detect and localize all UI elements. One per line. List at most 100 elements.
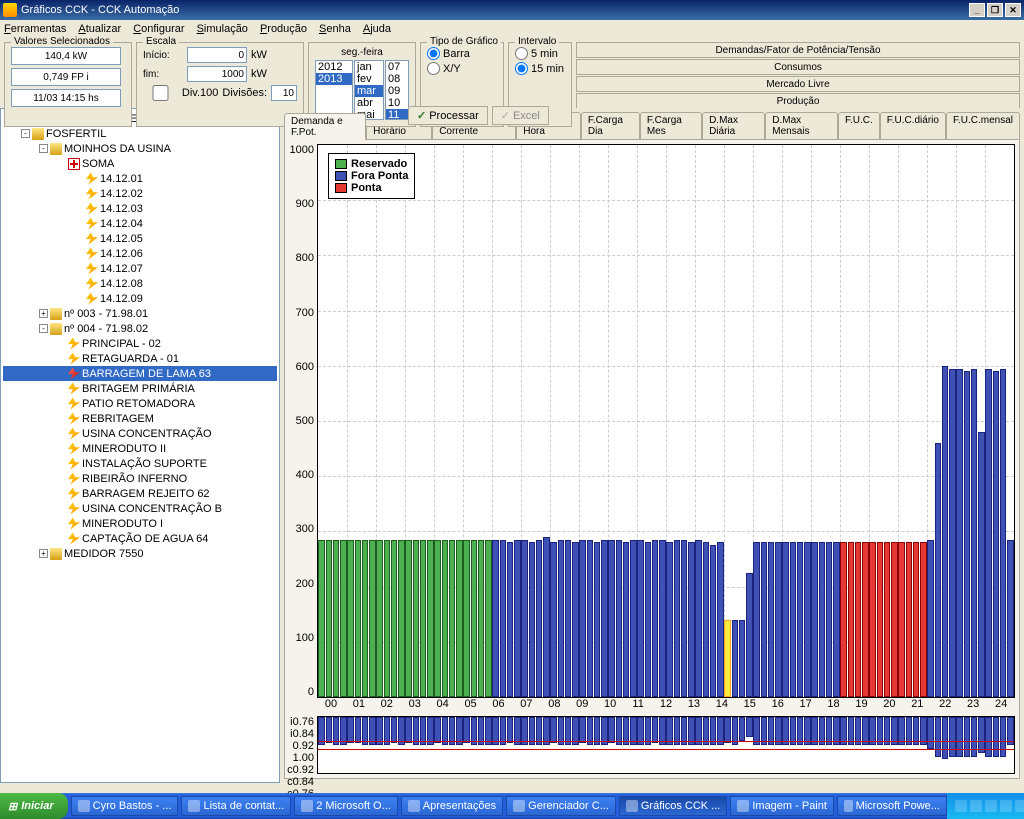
tree-row[interactable]: 14.12.03 — [3, 201, 277, 216]
tree-row[interactable]: -MOINHOS DA USINA — [3, 141, 277, 156]
tab[interactable]: F.U.C.mensal — [946, 112, 1020, 139]
taskbar-task[interactable]: Lista de contat... — [181, 796, 291, 816]
bar[interactable] — [681, 540, 688, 697]
xy-radio[interactable] — [427, 62, 440, 75]
bar[interactable] — [724, 620, 731, 697]
bar[interactable] — [478, 540, 485, 697]
tab[interactable]: F.Carga Mes — [640, 112, 702, 139]
bar[interactable] — [434, 540, 441, 697]
tab[interactable]: Demanda e F.Pot. — [284, 113, 366, 140]
bar[interactable] — [536, 540, 543, 697]
bar[interactable] — [775, 542, 782, 697]
tab[interactable]: D.Max Diária — [702, 112, 765, 139]
bar[interactable] — [550, 542, 557, 697]
tree-row[interactable]: -FOSFERTIL — [3, 126, 277, 141]
bar[interactable] — [521, 540, 528, 697]
tree-panel[interactable]: -VALE FERTILIZANTES-FOSFERTIL-MOINHOS DA… — [0, 108, 280, 783]
tree-row[interactable]: 14.12.08 — [3, 276, 277, 291]
tree-row[interactable]: -nº 004 - 71.98.02 — [3, 321, 277, 336]
tray-icon[interactable] — [1015, 800, 1024, 812]
taskbar-task[interactable]: Apresentações — [401, 796, 503, 816]
tree-row[interactable]: USINA CONCENTRAÇÃO — [3, 426, 277, 441]
bar[interactable] — [601, 540, 608, 697]
tree-row[interactable]: BARRAGEM REJEITO 62 — [3, 486, 277, 501]
bar[interactable] — [927, 540, 934, 697]
tree-row[interactable]: 14.12.09 — [3, 291, 277, 306]
bar[interactable] — [710, 545, 717, 697]
15min-radio[interactable] — [515, 62, 528, 75]
excel-button[interactable]: ✓Excel — [492, 106, 549, 125]
bar[interactable] — [666, 542, 673, 697]
tree-row[interactable]: MINERODUTO II — [3, 441, 277, 456]
taskbar-task[interactable]: Microsoft Powe... — [837, 796, 947, 816]
bar[interactable] — [333, 540, 340, 697]
bar[interactable] — [703, 542, 710, 697]
bar[interactable] — [804, 542, 811, 697]
menu-item[interactable]: Senha — [319, 23, 351, 35]
bar[interactable] — [500, 540, 507, 697]
bar[interactable] — [826, 542, 833, 697]
bar[interactable] — [797, 542, 804, 697]
bar[interactable] — [761, 542, 768, 697]
bar[interactable] — [1007, 540, 1014, 697]
tree-row[interactable]: 14.12.05 — [3, 231, 277, 246]
maximize-button[interactable]: ❐ — [987, 3, 1003, 17]
bar[interactable] — [355, 540, 362, 697]
tray-icon[interactable] — [985, 800, 997, 812]
bar[interactable] — [637, 540, 644, 697]
tree-row[interactable]: 14.12.04 — [3, 216, 277, 231]
bar[interactable] — [1000, 369, 1007, 697]
bar[interactable] — [391, 540, 398, 697]
div100-check[interactable] — [143, 85, 178, 101]
bar[interactable] — [956, 369, 963, 697]
taskbar-task[interactable]: 2 Microsoft O... — [294, 796, 398, 816]
bar[interactable] — [608, 540, 615, 697]
tray-icon[interactable] — [955, 800, 967, 812]
bar[interactable] — [978, 432, 985, 697]
bar[interactable] — [659, 540, 666, 697]
bar[interactable] — [507, 542, 514, 697]
tree-row[interactable]: +nº 003 - 71.98.01 — [3, 306, 277, 321]
tree-row[interactable]: RIBEIRÃO INFERNO — [3, 471, 277, 486]
bar[interactable] — [746, 573, 753, 697]
bar[interactable] — [318, 540, 325, 697]
bar[interactable] — [587, 540, 594, 697]
bar[interactable] — [376, 540, 383, 697]
bar[interactable] — [529, 542, 536, 697]
tree-row[interactable]: INSTALAÇÃO SUPORTE — [3, 456, 277, 471]
bar[interactable] — [739, 620, 746, 697]
tree-row[interactable]: USINA CONCENTRAÇÃO B — [3, 501, 277, 516]
bar[interactable] — [442, 540, 449, 697]
tab[interactable]: F.Carga Dia — [581, 112, 640, 139]
right-button[interactable]: Demandas/Fator de Potência/Tensão — [576, 42, 1020, 58]
bar[interactable] — [942, 366, 949, 697]
bar[interactable] — [848, 542, 855, 697]
bar[interactable] — [463, 540, 470, 697]
menu-item[interactable]: Simulação — [197, 23, 248, 35]
minimize-button[interactable]: _ — [969, 3, 985, 17]
bar[interactable] — [891, 542, 898, 697]
tree-row[interactable]: 14.12.07 — [3, 261, 277, 276]
bar[interactable] — [819, 542, 826, 697]
tray-icon[interactable] — [1000, 800, 1012, 812]
bar[interactable] — [855, 542, 862, 697]
fim-input[interactable] — [187, 66, 247, 82]
secondary-plot[interactable] — [317, 716, 1015, 774]
divisoes-input[interactable] — [271, 85, 297, 101]
menu-item[interactable]: Atualizar — [78, 23, 121, 35]
systray[interactable]: 16:24 — [947, 793, 1024, 819]
tree-row[interactable]: CAPTAÇÃO DE AGUA 64 — [3, 531, 277, 546]
menu-item[interactable]: Ajuda — [363, 23, 391, 35]
bar[interactable] — [753, 542, 760, 697]
bar[interactable] — [340, 540, 347, 697]
bar[interactable] — [456, 540, 463, 697]
bar[interactable] — [898, 542, 905, 697]
tab[interactable]: F.U.C.diário — [880, 112, 946, 139]
tab[interactable]: D.Max Mensais — [765, 112, 838, 139]
tree-row[interactable]: REBRITAGEM — [3, 411, 277, 426]
tree-row[interactable]: PATIO RETOMADORA — [3, 396, 277, 411]
tree-row[interactable]: BRITAGEM PRIMÁRIA — [3, 381, 277, 396]
year-list[interactable]: 20122013 — [315, 60, 353, 120]
month-list[interactable]: janfevmarabrmai — [354, 60, 384, 120]
bar[interactable] — [347, 540, 354, 697]
